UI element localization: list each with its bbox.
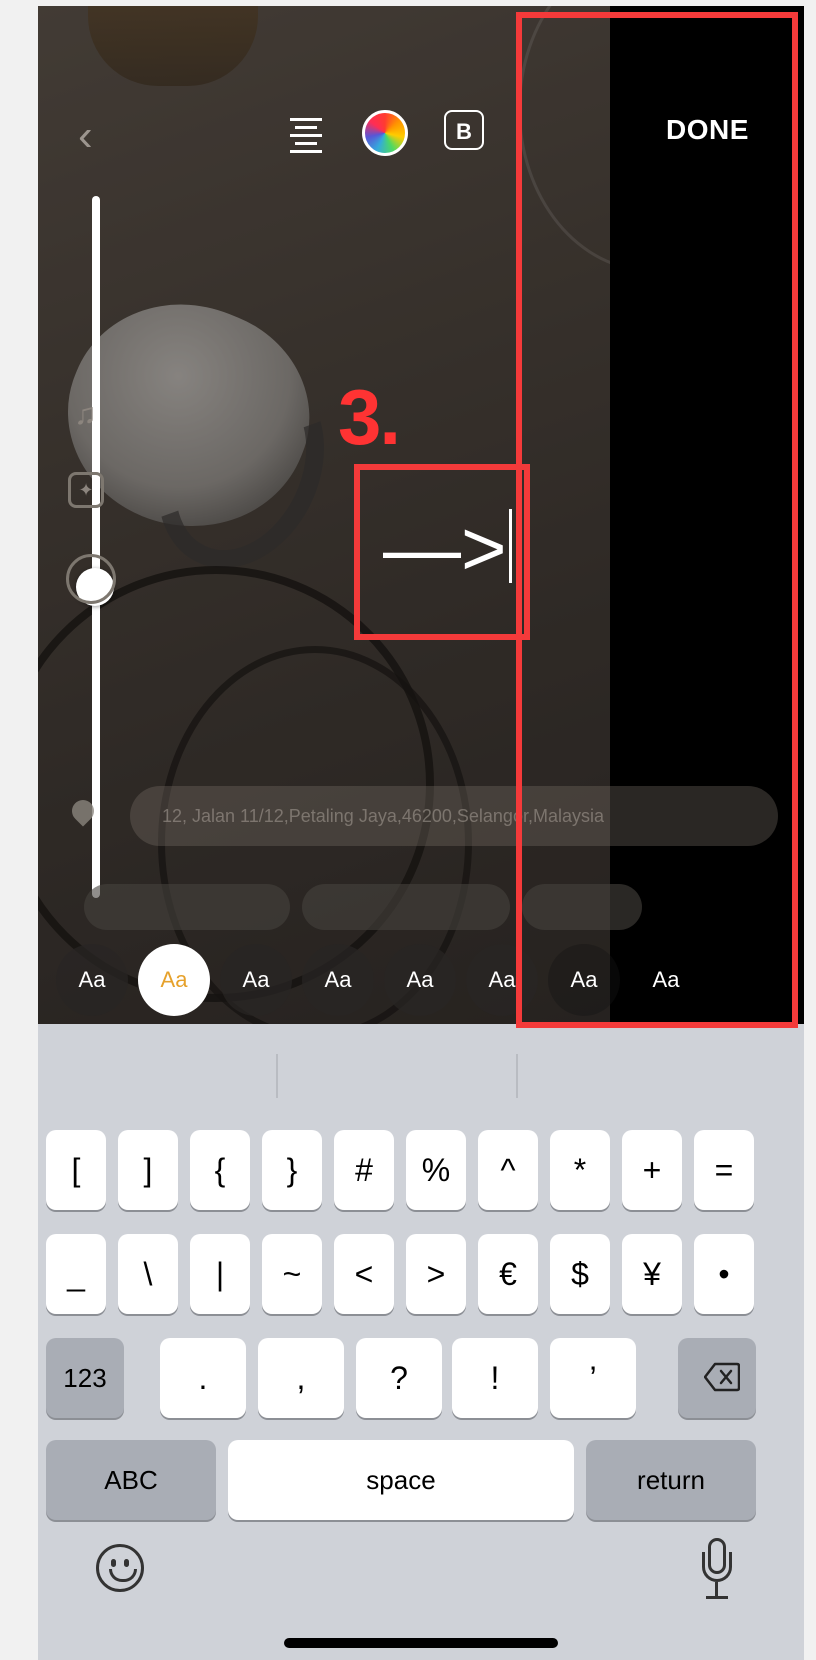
color-wheel-icon[interactable]	[362, 110, 408, 156]
annotation-highlight-panel	[516, 12, 798, 1028]
key[interactable]: €	[478, 1234, 538, 1314]
suggestion-divider	[276, 1054, 278, 1098]
key[interactable]: .	[160, 1338, 246, 1418]
mic-stem	[715, 1582, 718, 1596]
key[interactable]: _	[46, 1234, 106, 1314]
key[interactable]: $	[550, 1234, 610, 1314]
mic-base	[706, 1596, 728, 1599]
key[interactable]: ¥	[622, 1234, 682, 1314]
key[interactable]: \	[118, 1234, 178, 1314]
key[interactable]: !	[452, 1338, 538, 1418]
font-style-option[interactable]: Aa	[56, 944, 128, 1016]
space-key[interactable]: space	[228, 1440, 574, 1520]
key[interactable]: >	[406, 1234, 466, 1314]
backspace-icon	[704, 1362, 740, 1392]
font-style-option-selected[interactable]: Aa	[138, 944, 210, 1016]
microphone-icon[interactable]	[702, 1538, 732, 1602]
key[interactable]: ~	[262, 1234, 322, 1314]
home-indicator	[284, 1638, 558, 1648]
key[interactable]: <	[334, 1234, 394, 1314]
bold-toggle-button[interactable]: B	[444, 110, 484, 150]
key[interactable]: ^	[478, 1130, 538, 1210]
key[interactable]: ]	[118, 1130, 178, 1210]
key[interactable]: ,	[258, 1338, 344, 1418]
numbers-mode-key[interactable]: 123	[46, 1338, 124, 1418]
sticker-chip	[302, 884, 510, 930]
font-style-option[interactable]: Aa	[384, 944, 456, 1016]
font-style-option[interactable]: Aa	[302, 944, 374, 1016]
key[interactable]: +	[622, 1130, 682, 1210]
suggestion-divider	[516, 1054, 518, 1098]
effects-icon: ✦	[68, 472, 104, 508]
back-button[interactable]: ‹	[78, 114, 93, 158]
key[interactable]: *	[550, 1130, 610, 1210]
abc-mode-key[interactable]: ABC	[46, 1440, 216, 1520]
sticker-chip	[84, 884, 290, 930]
phone-screen: ‹ B DONE ♫ ✦ 12, Jalan 11/12,Petaling Ja…	[38, 6, 804, 1660]
music-icon: ♫	[74, 398, 97, 431]
key[interactable]: [	[46, 1130, 106, 1210]
key[interactable]: #	[334, 1130, 394, 1210]
key[interactable]: |	[190, 1234, 250, 1314]
annotation-highlight-text	[354, 464, 530, 640]
emoji-mouth	[109, 1569, 137, 1582]
draw-icon	[66, 554, 116, 604]
font-size-slider[interactable]	[92, 196, 100, 898]
key[interactable]: ’	[550, 1338, 636, 1418]
align-center-icon[interactable]	[288, 118, 324, 153]
font-style-option[interactable]: Aa	[220, 944, 292, 1016]
return-key[interactable]: return	[586, 1440, 756, 1520]
key[interactable]: ?	[356, 1338, 442, 1418]
key[interactable]: =	[694, 1130, 754, 1210]
emoji-icon[interactable]	[96, 1544, 144, 1592]
annotation-step-label: 3.	[338, 373, 401, 461]
key[interactable]: •	[694, 1234, 754, 1314]
key[interactable]: {	[190, 1130, 250, 1210]
backspace-key[interactable]	[678, 1338, 756, 1418]
key[interactable]: }	[262, 1130, 322, 1210]
key[interactable]: %	[406, 1130, 466, 1210]
keyboard: [ ] { } # % ^ * + = _ \ | ~ < > € $ ¥ • …	[38, 1024, 804, 1660]
mic-cup	[702, 1552, 732, 1582]
